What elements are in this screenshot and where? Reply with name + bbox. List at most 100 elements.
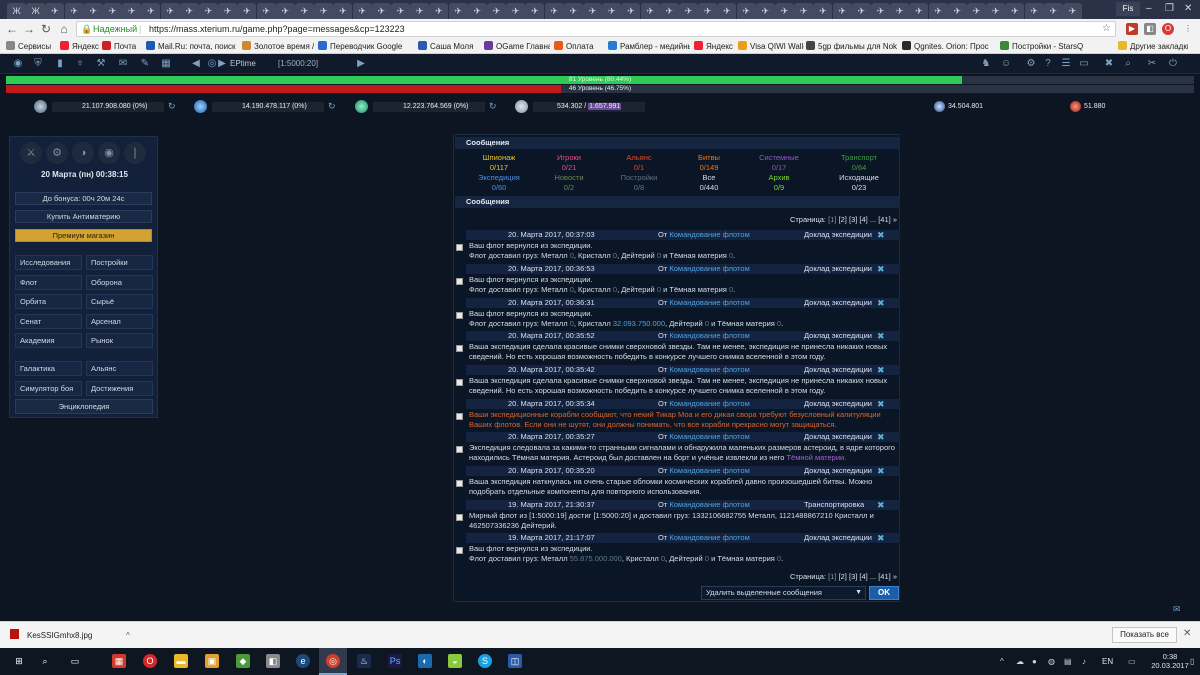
extension-icon[interactable]: ◧ bbox=[1144, 23, 1156, 35]
refresh-icon[interactable]: ↻ bbox=[328, 101, 336, 112]
browser-tab[interactable]: ✈ bbox=[160, 3, 180, 19]
message-checkbox[interactable] bbox=[456, 547, 463, 554]
encyclopedia-button[interactable]: Энциклопедия bbox=[15, 399, 153, 414]
chat-bubble-icon[interactable]: ✉ bbox=[1173, 604, 1183, 614]
message-checkbox[interactable] bbox=[456, 480, 463, 487]
users-icon[interactable]: ♞ bbox=[980, 58, 992, 70]
delete-message-icon[interactable]: ✖ bbox=[877, 230, 885, 240]
browser-tab[interactable]: ✈ bbox=[583, 3, 602, 19]
network-icon[interactable]: ▤ bbox=[1064, 657, 1072, 666]
sidebar-item[interactable]: Орбита bbox=[15, 294, 82, 309]
browser-tab[interactable]: ✈ bbox=[890, 3, 910, 19]
bonus-button[interactable]: До бонуса: 00ч 20м 24с bbox=[15, 192, 152, 205]
profile-button[interactable]: Fis bbox=[1116, 2, 1140, 16]
category-3[interactable]: Битвы 0/149 bbox=[674, 153, 744, 173]
browser-tab[interactable]: ✈ bbox=[64, 3, 84, 19]
search-icon[interactable]: ⌕ bbox=[1122, 58, 1134, 70]
keyboard-icon[interactable]: ▭ bbox=[1128, 657, 1136, 666]
sidebar-item[interactable]: Флот bbox=[15, 274, 82, 290]
prev-planet-icon[interactable]: ◀ bbox=[190, 58, 202, 70]
delete-message-icon[interactable]: ✖ bbox=[877, 298, 885, 308]
browser-tab[interactable]: Ж bbox=[7, 3, 26, 19]
search-icon[interactable]: ⌕ bbox=[38, 654, 52, 668]
sidebar-item[interactable]: Академия bbox=[15, 333, 82, 348]
bookmark-item[interactable]: OGame Главная bbox=[484, 41, 550, 52]
bookmark-item[interactable]: Яндекс bbox=[694, 41, 734, 52]
next-page-arrow[interactable]: » bbox=[893, 215, 897, 224]
message-checkbox[interactable] bbox=[456, 514, 463, 521]
browser-tab[interactable]: ✈ bbox=[199, 3, 218, 19]
message-checkbox[interactable] bbox=[456, 446, 463, 453]
browser-tab[interactable]: ✈ bbox=[506, 3, 526, 19]
sword-icon[interactable]: ⚔ bbox=[20, 142, 42, 164]
page-3-link[interactable]: [3] bbox=[849, 215, 857, 224]
category-7[interactable]: Новости 0/2 bbox=[534, 173, 604, 193]
bookmark-item[interactable]: Рамблер - медийный bbox=[608, 41, 690, 52]
sender-link[interactable]: Командование флотом bbox=[669, 264, 749, 273]
refresh-icon[interactable]: ↻ bbox=[168, 101, 176, 112]
sender-link[interactable]: Командование флотом bbox=[669, 399, 749, 408]
browser-tab[interactable]: ✈ bbox=[698, 3, 718, 19]
clock[interactable]: 0:38 20.03.2017 bbox=[1150, 652, 1190, 670]
browser-tab[interactable]: ✈ bbox=[851, 3, 871, 19]
bookmark-item[interactable]: Другие закладки bbox=[1118, 41, 1188, 52]
message-checkbox[interactable] bbox=[456, 413, 463, 420]
browser-tab[interactable]: ✈ bbox=[122, 3, 142, 19]
browser-tab[interactable]: ✈ bbox=[909, 3, 929, 19]
tools-icon[interactable]: ✂ bbox=[1146, 58, 1158, 70]
buy-antimatter-button[interactable]: Купить Антиматерию bbox=[15, 210, 152, 223]
app-icon[interactable]: ◫ bbox=[508, 654, 522, 668]
tray-icon[interactable]: ☁ bbox=[1016, 657, 1024, 666]
alliance-icon[interactable]: ⚒ bbox=[95, 58, 107, 70]
browser-tab[interactable]: ✈ bbox=[429, 3, 449, 19]
browser-tab[interactable]: ✈ bbox=[775, 3, 794, 19]
browser-tab[interactable]: ✈ bbox=[563, 3, 583, 19]
browser-tab[interactable]: ✈ bbox=[256, 3, 276, 19]
delete-message-icon[interactable]: ✖ bbox=[877, 500, 885, 510]
sender-link[interactable]: Командование флотом bbox=[669, 500, 749, 509]
page-last-link[interactable]: [41] bbox=[878, 572, 891, 581]
bookmark-item[interactable]: Почта bbox=[102, 41, 142, 52]
geologist-icon[interactable]: ◑ bbox=[72, 142, 94, 164]
browser-tab[interactable]: ✈ bbox=[794, 3, 814, 19]
download-item[interactable]: KesSSIGmhx8.jpg ^ bbox=[10, 629, 145, 643]
category-4[interactable]: Системные 0/17 bbox=[744, 153, 814, 173]
message-checkbox[interactable] bbox=[456, 379, 463, 386]
browser-tab[interactable]: ✈ bbox=[218, 3, 238, 19]
back-button[interactable]: ← bbox=[5, 22, 19, 36]
settings-icon[interactable]: ⚙ bbox=[1025, 58, 1037, 70]
menu-icon[interactable]: ⋮ bbox=[1182, 23, 1194, 35]
task-view-icon[interactable]: ▭ bbox=[68, 654, 82, 668]
category-9[interactable]: Все 0/440 bbox=[674, 173, 744, 193]
page-1-link[interactable]: [1] bbox=[828, 215, 836, 224]
delete-message-icon[interactable]: ✖ bbox=[877, 331, 885, 341]
browser-tab[interactable]: ✈ bbox=[640, 3, 660, 19]
browser-tab[interactable]: ✈ bbox=[410, 3, 430, 19]
sidebar-item[interactable]: Постройки bbox=[86, 255, 153, 270]
sender-link[interactable]: Командование флотом bbox=[669, 533, 749, 542]
browser-tab[interactable]: ✈ bbox=[871, 3, 890, 19]
monitor-icon[interactable]: ▭ bbox=[1078, 58, 1090, 70]
app-icon[interactable]: ◒ bbox=[448, 654, 462, 668]
buddies-icon[interactable]: ☺ bbox=[1000, 58, 1012, 70]
show-all-downloads-button[interactable]: Показать все bbox=[1112, 627, 1177, 643]
help-icon[interactable]: ? bbox=[1042, 58, 1054, 70]
browser-tab[interactable]: ✈ bbox=[237, 3, 257, 19]
tray-icon[interactable]: ◍ bbox=[1048, 657, 1055, 666]
sender-link[interactable]: Командование флотом bbox=[669, 298, 749, 307]
refresh-icon[interactable]: ↻ bbox=[489, 101, 497, 112]
sidebar-item[interactable]: Рынок bbox=[86, 333, 153, 348]
browser-tab[interactable]: ✈ bbox=[928, 3, 948, 19]
browser-tab[interactable]: ✈ bbox=[391, 3, 410, 19]
skype-icon[interactable]: S bbox=[478, 654, 492, 668]
sidebar-item[interactable]: Альянс bbox=[86, 361, 153, 376]
bookmark-item[interactable]: 5gp фильмы для Nok bbox=[806, 41, 898, 52]
browser-tab[interactable]: ✈ bbox=[179, 3, 199, 19]
tray-chevron-icon[interactable]: ^ bbox=[1000, 657, 1004, 666]
bookmark-item[interactable]: Постройки - StarsQ bbox=[1000, 41, 1108, 52]
bookmark-item[interactable]: Саша Моля bbox=[418, 41, 480, 52]
browser-tab[interactable]: ✈ bbox=[813, 3, 833, 19]
bookmark-item[interactable]: Mail.Ru: почта, поиск bbox=[146, 41, 238, 52]
minimize-icon[interactable]: – bbox=[1146, 3, 1152, 14]
shield-icon[interactable]: ⛨ bbox=[32, 58, 44, 70]
